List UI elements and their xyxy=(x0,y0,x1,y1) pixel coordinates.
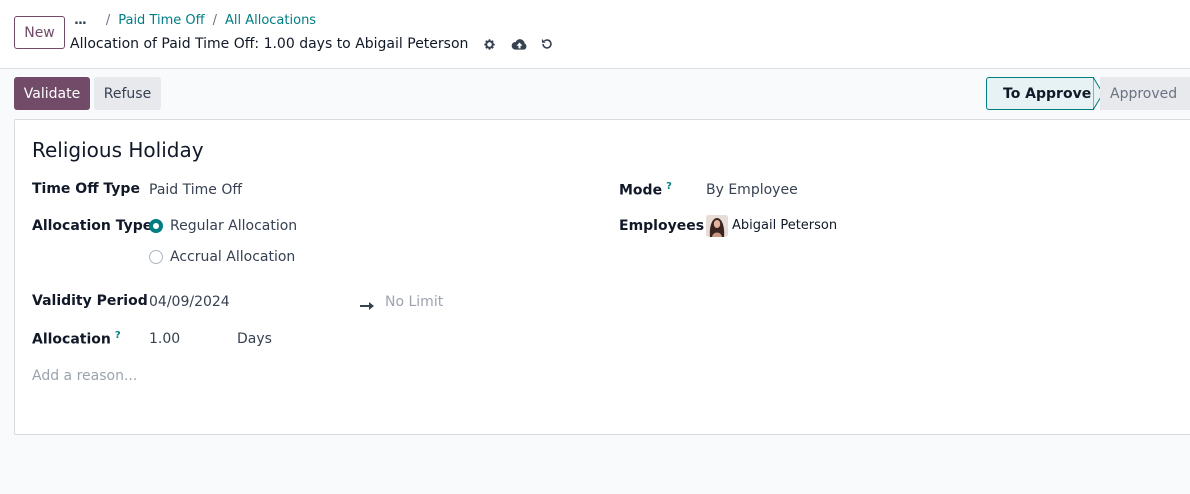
discard-icon[interactable] xyxy=(536,36,558,52)
new-button[interactable]: New xyxy=(14,16,65,49)
stage-to-approve[interactable]: To Approve xyxy=(986,77,1094,110)
arrow-right-icon xyxy=(360,296,375,315)
control-panel: New ... / Paid Time Off / All Allocation… xyxy=(0,0,1190,69)
cloud-upload-icon[interactable] xyxy=(508,36,530,52)
refuse-button[interactable]: Refuse xyxy=(94,77,161,110)
mode-label-text: Mode xyxy=(619,182,663,199)
breadcrumb-all-allocations[interactable]: All Allocations xyxy=(225,13,316,28)
employee-tag[interactable]: Abigail Peterson xyxy=(732,218,837,233)
allocation-help-icon[interactable]: ? xyxy=(115,330,121,341)
validate-button[interactable]: Validate xyxy=(14,77,90,110)
allocation-type-label: Allocation Type xyxy=(32,218,153,234)
regular-allocation-radio[interactable] xyxy=(149,219,163,233)
record-title-row: Allocation of Paid Time Off: 1.00 days t… xyxy=(70,36,558,52)
status-bar: Validate Refuse To Approve Approved xyxy=(0,69,1190,119)
regular-allocation-label[interactable]: Regular Allocation xyxy=(170,218,297,234)
time-off-type-label: Time Off Type xyxy=(32,181,140,197)
allocation-label: Allocation? xyxy=(32,330,121,348)
accrual-allocation-label[interactable]: Accrual Allocation xyxy=(170,249,295,265)
allocation-name[interactable]: Religious Holiday xyxy=(32,138,204,162)
mode-help-icon[interactable]: ? xyxy=(666,181,672,192)
breadcrumb-separator: / xyxy=(212,13,217,28)
allocation-label-text: Allocation xyxy=(32,331,111,348)
form-sheet: Religious Holiday Time Off Type Paid Tim… xyxy=(14,119,1190,435)
allocation-days-field[interactable]: 1.00 xyxy=(149,331,180,347)
breadcrumb-ellipsis[interactable]: ... xyxy=(74,13,87,28)
stage-approved[interactable]: Approved xyxy=(1100,77,1190,110)
reason-field[interactable]: Add a reason... xyxy=(32,368,137,384)
accrual-allocation-radio[interactable] xyxy=(149,250,163,264)
mode-field[interactable]: By Employee xyxy=(706,182,798,198)
breadcrumb-paid-time-off[interactable]: Paid Time Off xyxy=(118,13,204,28)
record-title: Allocation of Paid Time Off: 1.00 days t… xyxy=(70,36,469,52)
breadcrumb-separator: / xyxy=(105,13,111,28)
gear-icon[interactable] xyxy=(478,36,500,52)
date-from-field[interactable]: 04/09/2024 xyxy=(149,294,230,310)
mode-label: Mode? xyxy=(619,181,672,199)
date-to-field[interactable]: No Limit xyxy=(385,294,443,310)
validity-period-label: Validity Period xyxy=(32,293,148,309)
avatar xyxy=(706,215,728,237)
time-off-type-field[interactable]: Paid Time Off xyxy=(149,182,242,198)
employees-label: Employees xyxy=(619,218,705,234)
allocation-unit: Days xyxy=(237,331,272,347)
breadcrumb: ... / Paid Time Off / All Allocations xyxy=(74,13,316,28)
